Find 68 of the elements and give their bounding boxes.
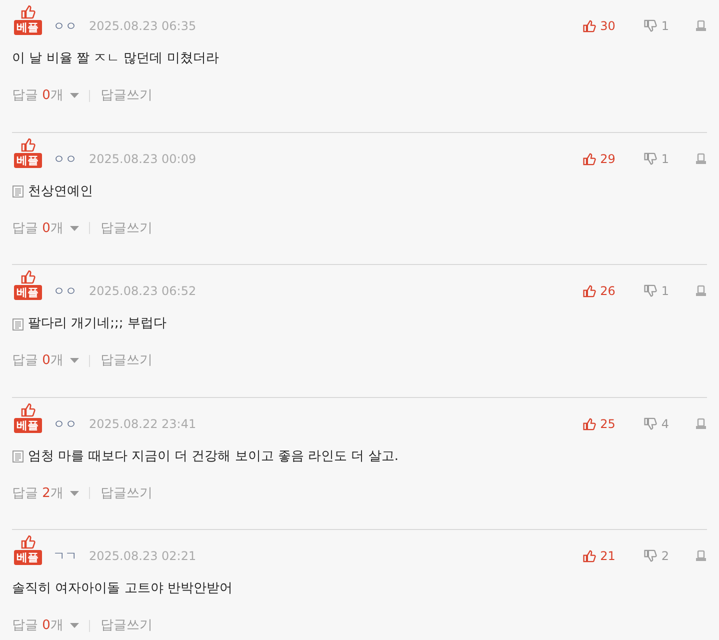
nickname[interactable]: ㅇㅇ: [53, 17, 77, 35]
like-button[interactable]: 26: [582, 282, 616, 300]
dislike-button[interactable]: 2: [643, 547, 669, 565]
reply-count-button[interactable]: 답글 2개: [12, 484, 64, 503]
write-reply-link[interactable]: 답글쓰기: [100, 86, 152, 106]
nickname[interactable]: ㅇㅇ: [53, 150, 77, 168]
nickname[interactable]: ㅇㅇ: [53, 282, 77, 300]
nickname[interactable]: ㅇㅇ: [53, 414, 77, 432]
thumbs-up-icon: [20, 402, 36, 418]
write-reply-link[interactable]: 답글쓰기: [100, 351, 152, 370]
thumbs-up-icon: [20, 269, 36, 285]
thumbs-up-icon: [20, 534, 36, 550]
dislike-button[interactable]: 1: [643, 17, 669, 35]
best-badge: 베플: [14, 152, 42, 168]
report-icon[interactable]: [695, 550, 707, 562]
reply-count-button[interactable]: 답글 0개: [12, 351, 64, 370]
dislike-button[interactable]: 1: [643, 282, 669, 300]
report-icon[interactable]: [695, 418, 707, 430]
like-button[interactable]: 25: [582, 414, 616, 432]
write-reply-link[interactable]: 답글쓰기: [100, 218, 152, 238]
caret-down-icon: [70, 226, 80, 231]
reply-count-button[interactable]: 답글 0개: [12, 616, 64, 636]
nickname[interactable]: ㄱㄱ: [53, 547, 77, 565]
thumbs-up-icon: [20, 136, 36, 152]
comment-date: 2025.08.23 02:21: [89, 548, 196, 565]
caret-down-icon: [70, 490, 80, 496]
caret-down-icon: [70, 623, 80, 628]
report-icon[interactable]: [695, 285, 707, 297]
document-icon: [12, 185, 24, 198]
comment-date: 2025.08.23 06:35: [89, 18, 196, 35]
comment-text: 천상연예인: [28, 182, 93, 201]
thumbs-up-icon: [582, 549, 596, 563]
thumbs-down-icon: [643, 416, 658, 430]
reply-count-button[interactable]: 답글 0개: [12, 86, 64, 106]
thumbs-up-icon: [582, 284, 596, 298]
comment-text: 솔직히 여자아이돌 고트야 반박안받어: [12, 580, 232, 598]
like-button[interactable]: 21: [582, 547, 616, 565]
comment-date: 2025.08.23 06:52: [89, 283, 196, 300]
comment-text: 팔다리 개기네;;; 부럽다: [28, 315, 166, 334]
write-reply-link[interactable]: 답글쓰기: [100, 616, 152, 636]
like-button[interactable]: 30: [582, 17, 616, 35]
best-badge: 베플: [14, 20, 42, 35]
comment-date: 2025.08.23 00:09: [89, 150, 196, 168]
reply-count-button[interactable]: 답글 0개: [12, 218, 64, 238]
thumbs-down-icon: [643, 152, 658, 166]
like-button[interactable]: 29: [582, 150, 616, 168]
best-badge: 베플: [14, 285, 42, 300]
report-icon[interactable]: [695, 152, 707, 164]
document-icon: [12, 450, 24, 463]
best-badge: 베플: [14, 550, 42, 565]
caret-down-icon: [70, 358, 80, 364]
thumbs-up-icon: [582, 416, 596, 430]
best-badge: 베플: [14, 418, 42, 432]
report-icon[interactable]: [695, 20, 707, 32]
thumbs-down-icon: [643, 549, 658, 563]
document-icon: [12, 318, 24, 330]
thumbs-up-icon: [582, 152, 596, 166]
comment-text: 엄청 마를 때보다 지금이 더 건강해 보이고 좋음 라인도 더 살고.: [28, 448, 398, 466]
thumbs-down-icon: [643, 19, 658, 33]
thumbs-up-icon: [20, 4, 36, 20]
caret-down-icon: [70, 93, 80, 98]
thumbs-down-icon: [643, 284, 658, 298]
write-reply-link[interactable]: 답글쓰기: [100, 484, 152, 503]
thumbs-up-icon: [582, 19, 596, 33]
comment-text: 이 날 비율 짤 ㅈㄴ 많던데 미쳤더라: [12, 50, 219, 68]
dislike-button[interactable]: 4: [643, 414, 669, 432]
comment-date: 2025.08.22 23:41: [89, 416, 196, 432]
dislike-button[interactable]: 1: [643, 150, 669, 168]
